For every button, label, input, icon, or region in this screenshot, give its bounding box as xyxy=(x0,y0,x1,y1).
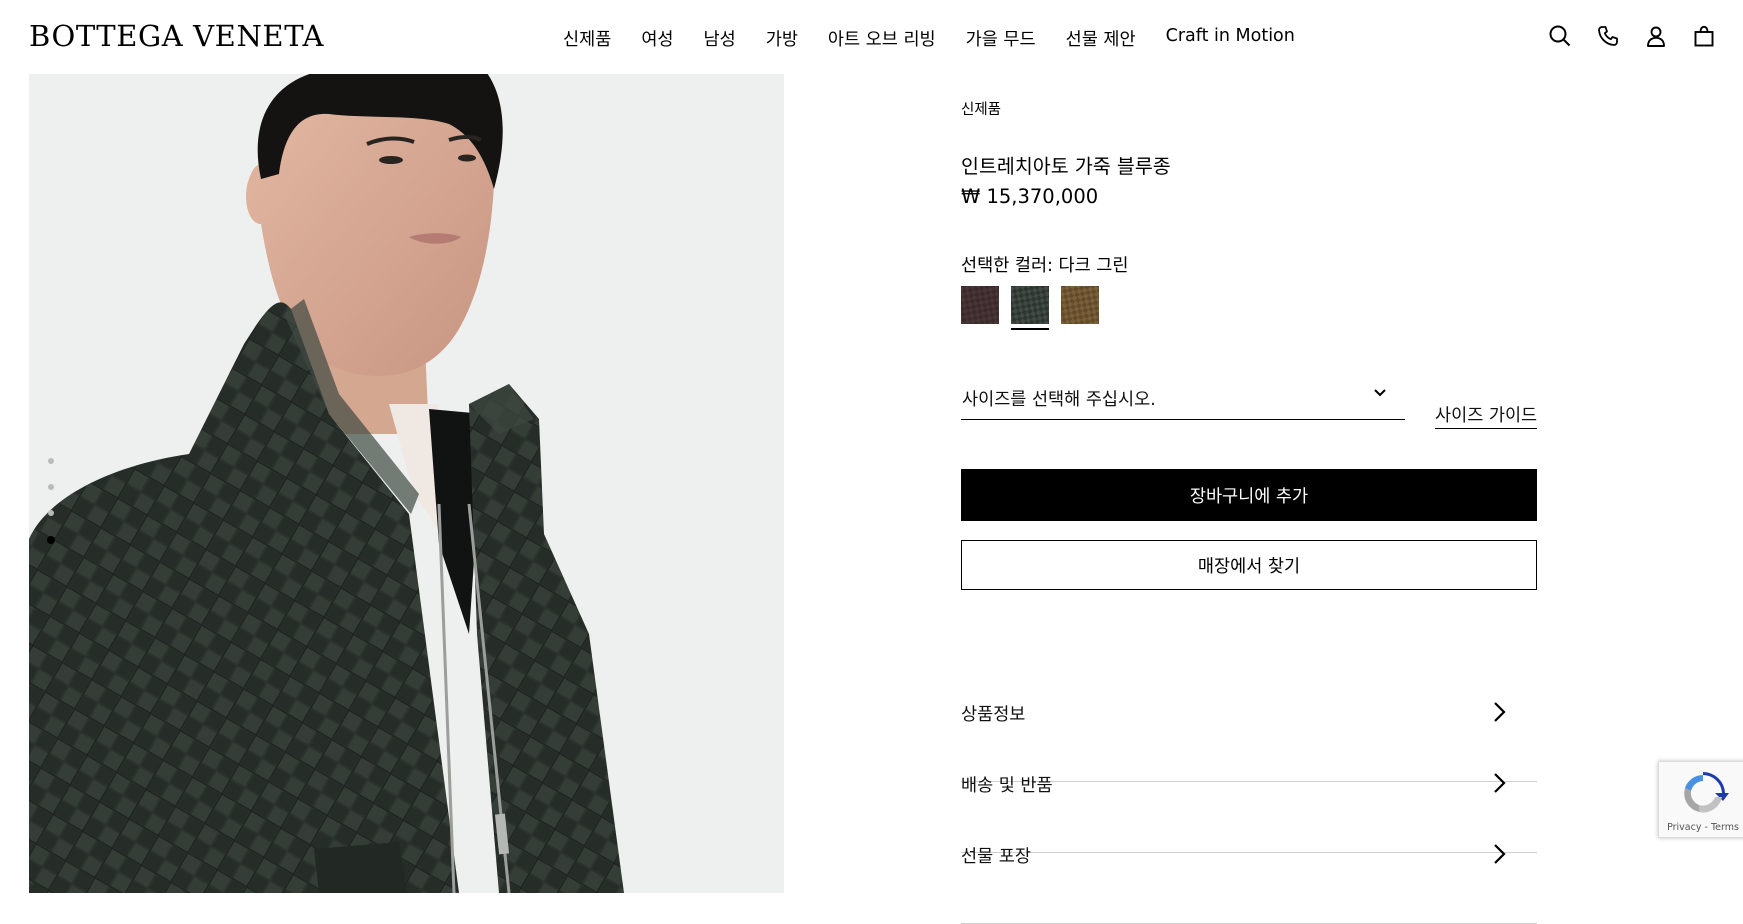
nav-item-men[interactable]: 남성 xyxy=(704,26,736,51)
accordion-label: 상품정보 xyxy=(961,705,1026,725)
gallery-dot[interactable] xyxy=(48,510,54,516)
size-select[interactable]: 사이즈를 선택해 주십시오. xyxy=(961,382,1405,420)
nav-item-craft-in-motion[interactable]: Craft in Motion xyxy=(1166,26,1295,51)
size-select-placeholder: 사이즈를 선택해 주십시오. xyxy=(962,390,1156,410)
nav-item-women[interactable]: 여성 xyxy=(641,26,673,51)
selected-color-label: 선택한 컬러: 다크 그린 xyxy=(961,256,1129,276)
gallery-dot-active[interactable] xyxy=(47,536,55,544)
nav-item-new[interactable]: 신제품 xyxy=(563,26,611,51)
product-title: 인트레치아토 가죽 블루종 xyxy=(961,155,1171,178)
shopping-bag-icon[interactable] xyxy=(1692,24,1716,48)
product-accordion: 상품정보 배송 및 반품 선물 포장 xyxy=(961,702,1537,924)
gallery-dot[interactable] xyxy=(48,484,54,490)
product-image[interactable] xyxy=(29,74,784,893)
header-icons xyxy=(1548,24,1716,48)
account-icon[interactable] xyxy=(1644,24,1668,48)
recaptcha-badge[interactable]: Privacy - Terms xyxy=(1658,761,1743,838)
chevron-down-icon xyxy=(1374,389,1386,397)
accordion-shipping-returns[interactable]: 배송 및 반품 xyxy=(961,773,1537,853)
recaptcha-icon xyxy=(1684,772,1729,813)
product-price: ₩ 15,370,000 xyxy=(961,185,1099,208)
find-in-store-button[interactable]: 매장에서 찾기 xyxy=(961,540,1537,590)
recaptcha-links[interactable]: Privacy - Terms xyxy=(1659,822,1743,833)
accordion-label: 선물 포장 xyxy=(961,847,1031,867)
accordion-label: 배송 및 반품 xyxy=(961,776,1053,796)
gallery-dots xyxy=(47,458,55,564)
site-header: BOTTEGA VENETA 신제품 여성 남성 가방 아트 오브 리빙 가을 … xyxy=(0,0,1743,74)
model-photo xyxy=(29,74,624,893)
chevron-right-icon xyxy=(1494,773,1506,793)
chevron-right-icon xyxy=(1494,702,1506,722)
size-guide-link[interactable]: 사이즈 가이드 xyxy=(1435,402,1538,429)
swatch-dark-brown[interactable] xyxy=(961,286,999,324)
nav-item-art-of-living[interactable]: 아트 오브 리빙 xyxy=(828,26,936,51)
add-to-cart-button[interactable]: 장바구니에 추가 xyxy=(961,469,1537,521)
phone-icon[interactable] xyxy=(1596,24,1620,48)
main-nav: 신제품 여성 남성 가방 아트 오브 리빙 가을 무드 선물 제안 Craft … xyxy=(563,26,1295,51)
nav-item-gifts[interactable]: 선물 제안 xyxy=(1066,26,1136,51)
gallery-dot[interactable] xyxy=(48,458,54,464)
nav-item-bags[interactable]: 가방 xyxy=(766,26,798,51)
swatch-tan-brown[interactable] xyxy=(1061,286,1099,324)
accordion-gift-wrap[interactable]: 선물 포장 xyxy=(961,844,1537,924)
search-icon[interactable] xyxy=(1548,24,1572,48)
color-swatches xyxy=(961,286,1111,330)
swatch-dark-green[interactable] xyxy=(1011,286,1049,330)
chevron-right-icon xyxy=(1494,844,1506,864)
brand-logo[interactable]: BOTTEGA VENETA xyxy=(29,19,324,53)
breadcrumb[interactable]: 신제품 xyxy=(961,98,1001,119)
nav-item-autumn-mood[interactable]: 가을 무드 xyxy=(966,26,1036,51)
